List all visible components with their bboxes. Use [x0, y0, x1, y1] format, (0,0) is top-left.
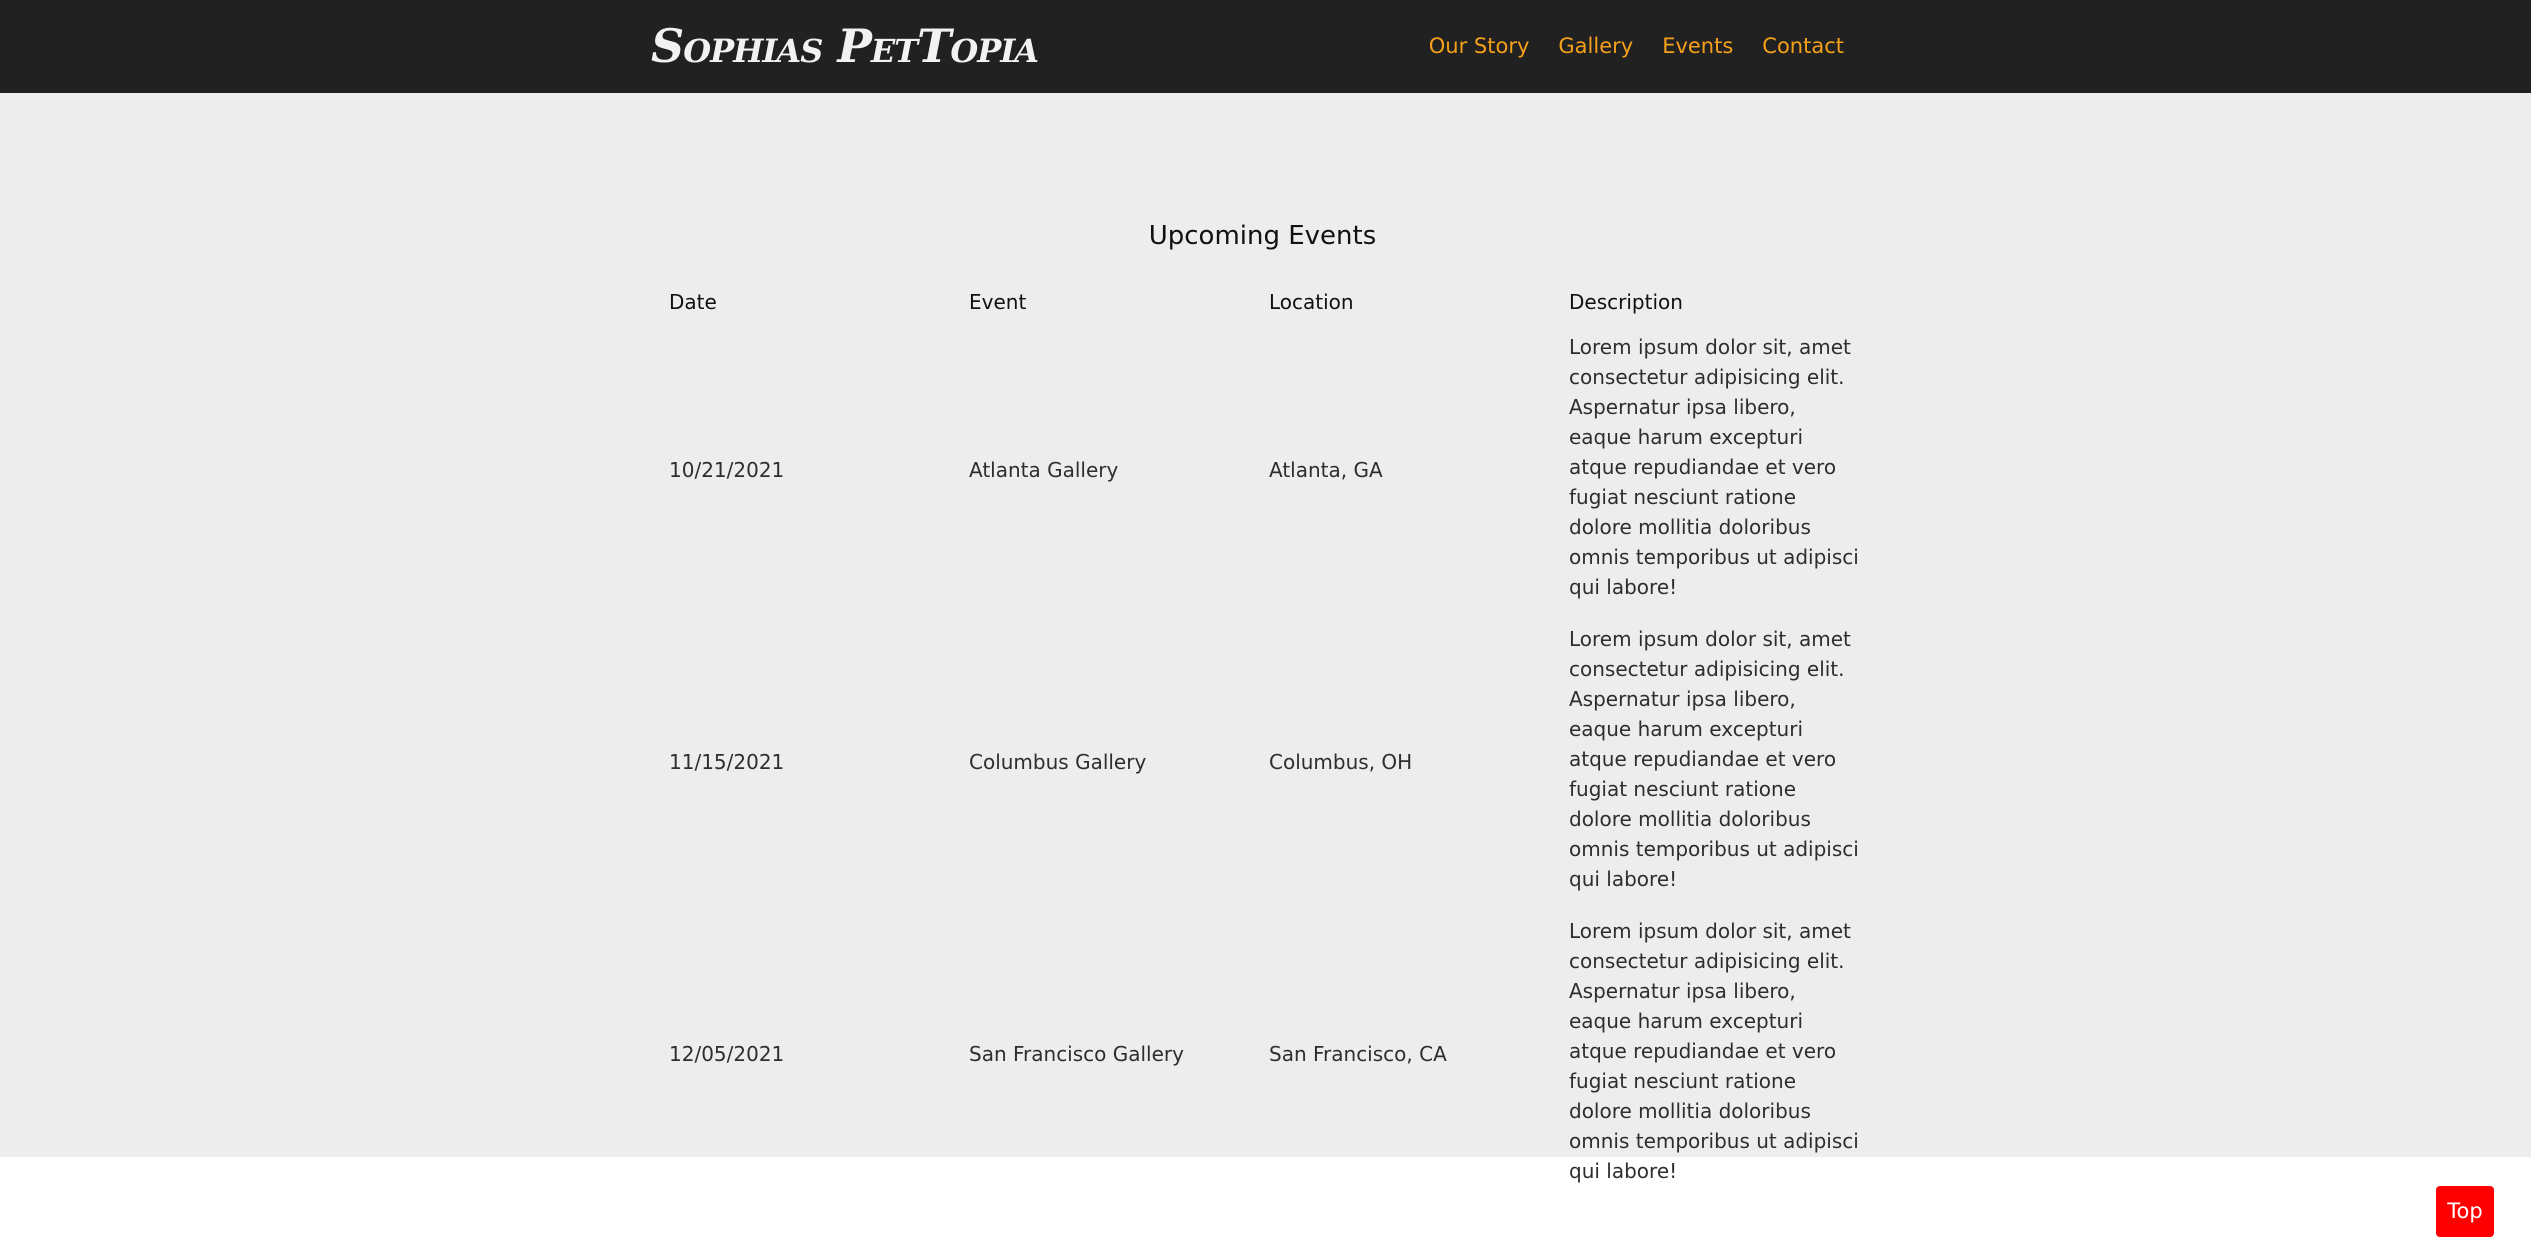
event-date: 10/21/2021: [669, 458, 785, 482]
table-header-row: Date Event Location Description: [669, 290, 1869, 324]
event-date: 11/15/2021: [669, 750, 785, 774]
column-header-location: Location: [1269, 290, 1354, 314]
event-name: San Francisco Gallery: [969, 1042, 1184, 1066]
nav-link-our-story[interactable]: Our Story: [1429, 30, 1530, 62]
event-name: Atlanta Gallery: [969, 458, 1119, 482]
event-description: Lorem ipsum dolor sit, amet consectetur …: [1569, 919, 1859, 1183]
column-header-event: Event: [969, 290, 1027, 314]
section-title: Upcoming Events: [1148, 221, 1377, 251]
event-description: Lorem ipsum dolor sit, amet consectetur …: [1569, 335, 1859, 599]
table-row: 10/21/2021 Atlanta Gallery Atlanta, GA L…: [669, 324, 1869, 616]
event-description: Lorem ipsum dolor sit, amet consectetur …: [1569, 627, 1859, 891]
table-row: 12/05/2021 San Francisco Gallery San Fra…: [669, 908, 1869, 1200]
nav-link-contact[interactable]: Contact: [1762, 30, 1844, 62]
events-section: Upcoming Events Date Event Location Desc…: [0, 93, 2531, 1183]
column-header-date: Date: [669, 290, 717, 314]
back-to-top-button[interactable]: Top: [2436, 1186, 2494, 1237]
event-location: San Francisco, CA: [1269, 1042, 1447, 1066]
event-date: 12/05/2021: [669, 1042, 785, 1066]
nav-link-events[interactable]: Events: [1662, 30, 1733, 62]
table-row: 11/15/2021 Columbus Gallery Columbus, OH…: [669, 616, 1869, 908]
event-location: Columbus, OH: [1269, 750, 1413, 774]
top-navbar: Sophias PetTopia Our Story Gallery Event…: [0, 0, 2531, 93]
event-name: Columbus Gallery: [969, 750, 1147, 774]
event-location: Atlanta, GA: [1269, 458, 1383, 482]
main-nav: Our Story Gallery Events Contact: [1429, 30, 1844, 62]
column-header-description: Description: [1569, 290, 1683, 314]
events-table: Date Event Location Description 10/21/20…: [669, 290, 1869, 1200]
nav-link-gallery[interactable]: Gallery: [1558, 30, 1633, 62]
site-logo[interactable]: Sophias PetTopia: [651, 16, 1039, 76]
